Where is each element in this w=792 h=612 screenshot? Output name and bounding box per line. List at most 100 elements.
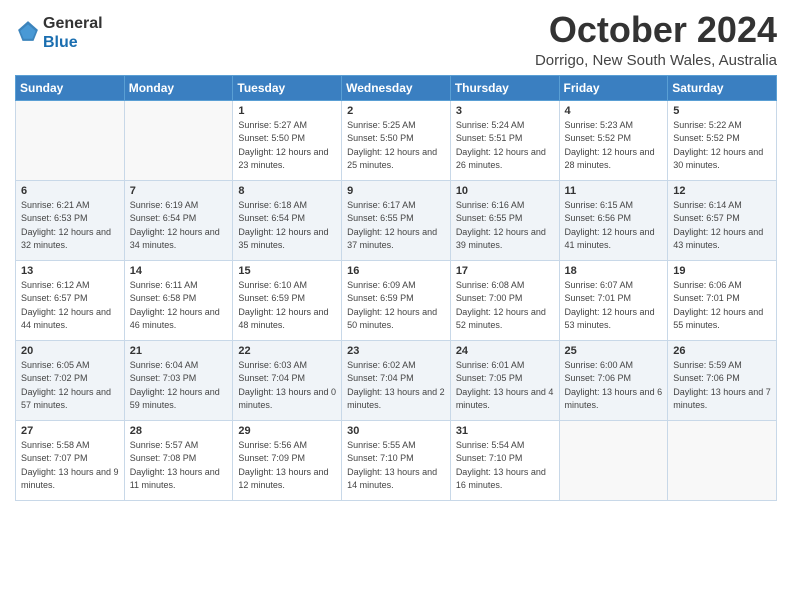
day-number: 28 <box>130 425 228 437</box>
week-row-5: 27 Sunrise: 5:58 AM Sunset: 7:07 PM Dayli… <box>16 420 777 500</box>
day-number: 5 <box>673 105 771 117</box>
day-info: Sunrise: 5:25 AM Sunset: 5:50 PM Dayligh… <box>347 119 445 173</box>
day-cell: 11 Sunrise: 6:15 AM Sunset: 6:56 PM Dayli… <box>559 180 668 260</box>
day-number: 10 <box>456 185 554 197</box>
day-cell: 30 Sunrise: 5:55 AM Sunset: 7:10 PM Dayli… <box>342 420 451 500</box>
day-cell: 10 Sunrise: 6:16 AM Sunset: 6:55 PM Dayli… <box>450 180 559 260</box>
day-number: 29 <box>238 425 336 437</box>
logo: General Blue <box>15 14 103 52</box>
day-cell: 13 Sunrise: 6:12 AM Sunset: 6:57 PM Dayli… <box>16 260 125 340</box>
day-info: Sunrise: 6:07 AM Sunset: 7:01 PM Dayligh… <box>565 279 663 333</box>
day-cell: 5 Sunrise: 5:22 AM Sunset: 5:52 PM Daylig… <box>668 100 777 180</box>
day-info: Sunrise: 6:02 AM Sunset: 7:04 PM Dayligh… <box>347 359 445 413</box>
title-block: October 2024 Dorrigo, New South Wales, A… <box>535 10 777 69</box>
page-header: General Blue October 2024 Dorrigo, New S… <box>15 10 777 69</box>
day-cell <box>16 100 125 180</box>
day-cell: 6 Sunrise: 6:21 AM Sunset: 6:53 PM Daylig… <box>16 180 125 260</box>
day-info: Sunrise: 6:18 AM Sunset: 6:54 PM Dayligh… <box>238 199 336 253</box>
day-cell <box>124 100 233 180</box>
day-number: 18 <box>565 265 663 277</box>
day-info: Sunrise: 5:55 AM Sunset: 7:10 PM Dayligh… <box>347 439 445 493</box>
day-cell: 26 Sunrise: 5:59 AM Sunset: 7:06 PM Dayli… <box>668 340 777 420</box>
day-cell: 24 Sunrise: 6:01 AM Sunset: 7:05 PM Dayli… <box>450 340 559 420</box>
day-info: Sunrise: 6:14 AM Sunset: 6:57 PM Dayligh… <box>673 199 771 253</box>
week-row-3: 13 Sunrise: 6:12 AM Sunset: 6:57 PM Dayli… <box>16 260 777 340</box>
day-number: 27 <box>21 425 119 437</box>
day-number: 8 <box>238 185 336 197</box>
day-info: Sunrise: 6:10 AM Sunset: 6:59 PM Dayligh… <box>238 279 336 333</box>
day-info: Sunrise: 6:05 AM Sunset: 7:02 PM Dayligh… <box>21 359 119 413</box>
week-row-4: 20Sunrise: 6:05 AM Sunset: 7:02 PM Dayli… <box>16 340 777 420</box>
weekday-header-friday: Friday <box>559 75 668 100</box>
day-info: Sunrise: 5:59 AM Sunset: 7:06 PM Dayligh… <box>673 359 771 413</box>
day-number: 23 <box>347 345 445 357</box>
weekday-header-wednesday: Wednesday <box>342 75 451 100</box>
day-number: 9 <box>347 185 445 197</box>
day-cell <box>668 420 777 500</box>
day-cell: 31Sunrise: 5:54 AM Sunset: 7:10 PM Dayli… <box>450 420 559 500</box>
day-cell: 14 Sunrise: 6:11 AM Sunset: 6:58 PM Dayli… <box>124 260 233 340</box>
day-info: Sunrise: 5:56 AM Sunset: 7:09 PM Dayligh… <box>238 439 336 493</box>
weekday-header-thursday: Thursday <box>450 75 559 100</box>
weekday-header-monday: Monday <box>124 75 233 100</box>
day-info: Sunrise: 6:12 AM Sunset: 6:57 PM Dayligh… <box>21 279 119 333</box>
day-number: 11 <box>565 185 663 197</box>
day-cell <box>559 420 668 500</box>
day-info: Sunrise: 5:23 AM Sunset: 5:52 PM Dayligh… <box>565 119 663 173</box>
day-cell: 7Sunrise: 6:19 AM Sunset: 6:54 PM Daylig… <box>124 180 233 260</box>
weekday-header-saturday: Saturday <box>668 75 777 100</box>
calendar-table: SundayMondayTuesdayWednesdayThursdayFrid… <box>15 75 777 501</box>
day-info: Sunrise: 6:21 AM Sunset: 6:53 PM Dayligh… <box>21 199 119 253</box>
day-info: Sunrise: 6:17 AM Sunset: 6:55 PM Dayligh… <box>347 199 445 253</box>
day-info: Sunrise: 5:22 AM Sunset: 5:52 PM Dayligh… <box>673 119 771 173</box>
day-number: 13 <box>21 265 119 277</box>
weekday-header-row: SundayMondayTuesdayWednesdayThursdayFrid… <box>16 75 777 100</box>
day-cell: 2Sunrise: 5:25 AM Sunset: 5:50 PM Daylig… <box>342 100 451 180</box>
day-cell: 3Sunrise: 5:24 AM Sunset: 5:51 PM Daylig… <box>450 100 559 180</box>
day-number: 21 <box>130 345 228 357</box>
week-row-2: 6 Sunrise: 6:21 AM Sunset: 6:53 PM Daylig… <box>16 180 777 260</box>
day-cell: 20Sunrise: 6:05 AM Sunset: 7:02 PM Dayli… <box>16 340 125 420</box>
weekday-header-sunday: Sunday <box>16 75 125 100</box>
day-cell: 28 Sunrise: 5:57 AM Sunset: 7:08 PM Dayli… <box>124 420 233 500</box>
day-number: 1 <box>238 105 336 117</box>
day-cell: 8 Sunrise: 6:18 AM Sunset: 6:54 PM Daylig… <box>233 180 342 260</box>
day-cell: 4 Sunrise: 5:23 AM Sunset: 5:52 PM Daylig… <box>559 100 668 180</box>
day-info: Sunrise: 6:09 AM Sunset: 6:59 PM Dayligh… <box>347 279 445 333</box>
month-title: October 2024 <box>535 10 777 50</box>
day-cell: 16 Sunrise: 6:09 AM Sunset: 6:59 PM Dayli… <box>342 260 451 340</box>
day-info: Sunrise: 6:15 AM Sunset: 6:56 PM Dayligh… <box>565 199 663 253</box>
day-number: 26 <box>673 345 771 357</box>
day-info: Sunrise: 6:03 AM Sunset: 7:04 PM Dayligh… <box>238 359 336 413</box>
day-cell: 23 Sunrise: 6:02 AM Sunset: 7:04 PM Dayli… <box>342 340 451 420</box>
day-info: Sunrise: 5:57 AM Sunset: 7:08 PM Dayligh… <box>130 439 228 493</box>
day-number: 6 <box>21 185 119 197</box>
day-cell: 27 Sunrise: 5:58 AM Sunset: 7:07 PM Dayli… <box>16 420 125 500</box>
day-number: 22 <box>238 345 336 357</box>
day-cell: 1Sunrise: 5:27 AM Sunset: 5:50 PM Daylig… <box>233 100 342 180</box>
day-cell: 22 Sunrise: 6:03 AM Sunset: 7:04 PM Dayli… <box>233 340 342 420</box>
day-info: Sunrise: 5:58 AM Sunset: 7:07 PM Dayligh… <box>21 439 119 493</box>
weekday-header-tuesday: Tuesday <box>233 75 342 100</box>
day-number: 14 <box>130 265 228 277</box>
day-number: 25 <box>565 345 663 357</box>
day-number: 30 <box>347 425 445 437</box>
week-row-1: 1Sunrise: 5:27 AM Sunset: 5:50 PM Daylig… <box>16 100 777 180</box>
day-info: Sunrise: 6:08 AM Sunset: 7:00 PM Dayligh… <box>456 279 554 333</box>
day-cell: 21 Sunrise: 6:04 AM Sunset: 7:03 PM Dayli… <box>124 340 233 420</box>
day-number: 4 <box>565 105 663 117</box>
day-cell: 9 Sunrise: 6:17 AM Sunset: 6:55 PM Daylig… <box>342 180 451 260</box>
day-info: Sunrise: 6:11 AM Sunset: 6:58 PM Dayligh… <box>130 279 228 333</box>
day-number: 17 <box>456 265 554 277</box>
day-number: 31 <box>456 425 554 437</box>
day-cell: 18 Sunrise: 6:07 AM Sunset: 7:01 PM Dayli… <box>559 260 668 340</box>
day-info: Sunrise: 6:16 AM Sunset: 6:55 PM Dayligh… <box>456 199 554 253</box>
day-number: 16 <box>347 265 445 277</box>
day-cell: 12Sunrise: 6:14 AM Sunset: 6:57 PM Dayli… <box>668 180 777 260</box>
day-cell: 19Sunrise: 6:06 AM Sunset: 7:01 PM Dayli… <box>668 260 777 340</box>
day-cell: 17 Sunrise: 6:08 AM Sunset: 7:00 PM Dayli… <box>450 260 559 340</box>
day-number: 24 <box>456 345 554 357</box>
day-cell: 25Sunrise: 6:00 AM Sunset: 7:06 PM Dayli… <box>559 340 668 420</box>
day-info: Sunrise: 6:01 AM Sunset: 7:05 PM Dayligh… <box>456 359 554 413</box>
day-info: Sunrise: 6:04 AM Sunset: 7:03 PM Dayligh… <box>130 359 228 413</box>
